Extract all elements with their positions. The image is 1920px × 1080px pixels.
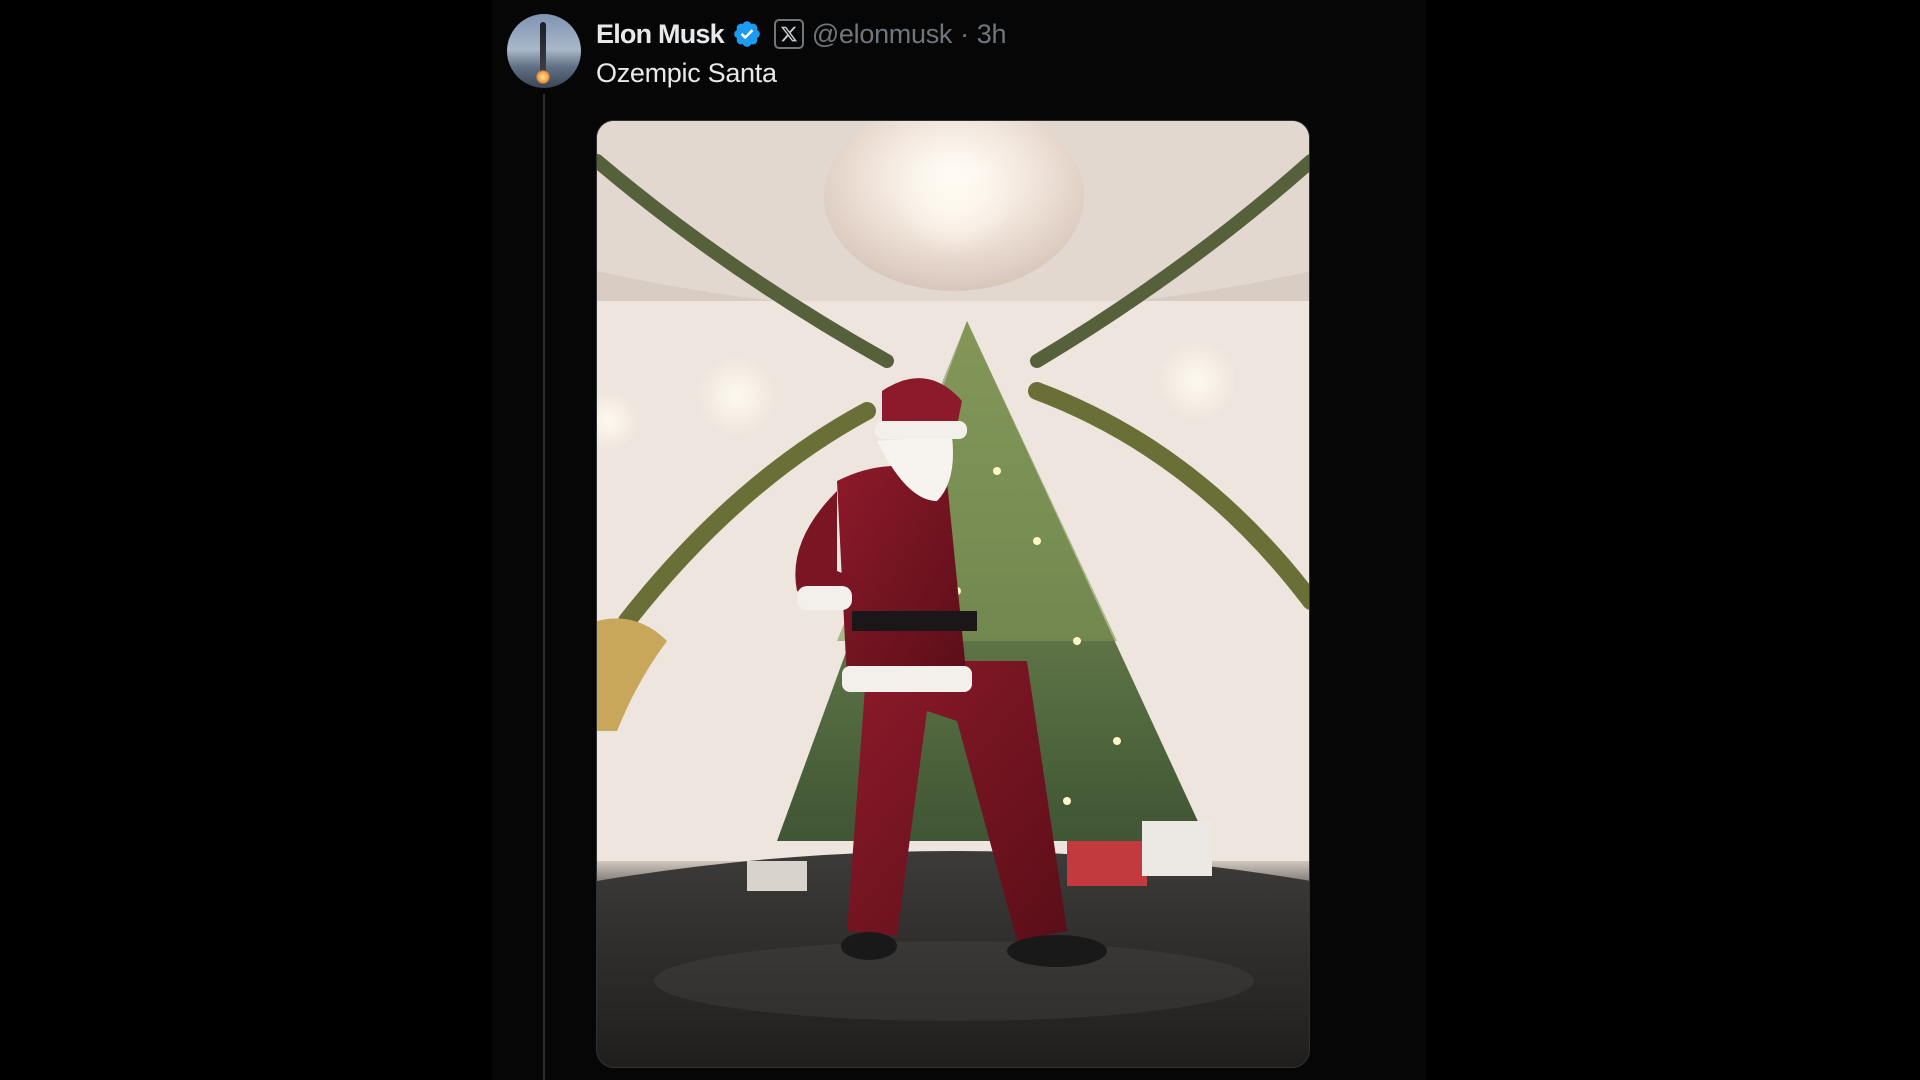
page: Elon Musk @elonmusk · 3h Ozempic Santa <box>0 0 1920 1080</box>
tweet-header: Elon Musk @elonmusk · 3h <box>596 14 1007 54</box>
flame-icon <box>536 70 550 84</box>
tweet-text: Ozempic Santa <box>596 58 777 88</box>
x-logo-icon[interactable] <box>773 19 804 49</box>
thread-connector-line <box>543 94 545 1080</box>
author-handle[interactable]: @elonmusk <box>812 19 953 50</box>
tweet-timestamp[interactable]: 3h <box>977 19 1007 50</box>
rocket-icon <box>540 22 546 72</box>
separator-dot: · <box>960 18 969 49</box>
avatar[interactable] <box>507 14 581 88</box>
author-display-name[interactable]: Elon Musk <box>596 19 725 50</box>
verified-badge-icon[interactable] <box>732 19 762 49</box>
santa-christmas-photo <box>597 121 1309 1067</box>
tweet-media-photo[interactable] <box>596 120 1310 1068</box>
